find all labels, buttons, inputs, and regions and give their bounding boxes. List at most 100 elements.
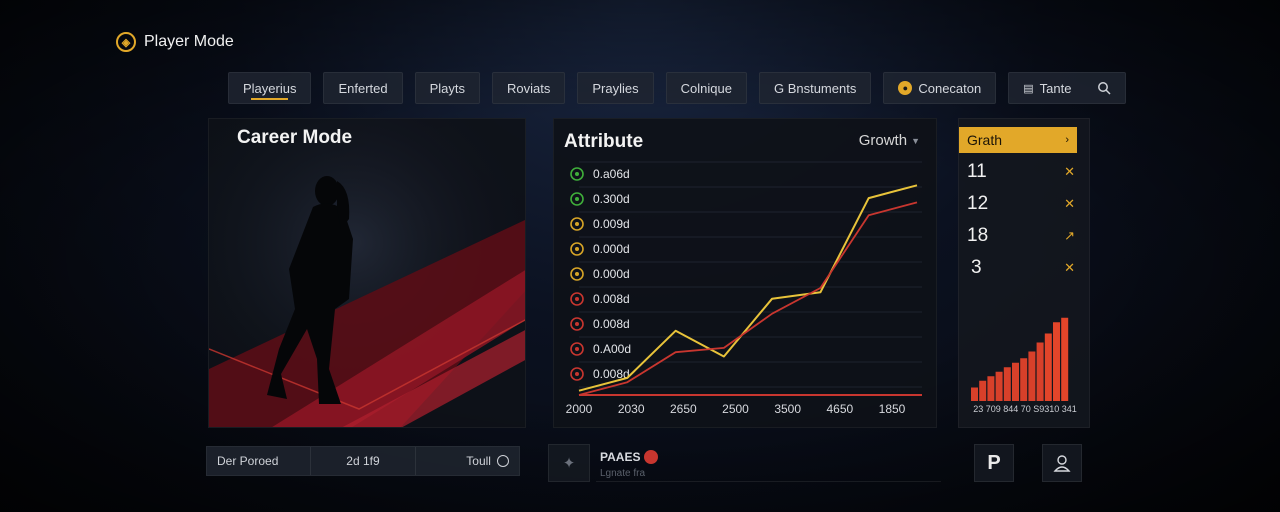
stat-value: 0.000d <box>593 242 630 256</box>
stat-value: 0.300d <box>593 192 630 206</box>
tab-playts[interactable]: Playts <box>414 72 481 104</box>
growth-bar-label: 23 709 844 70 S9310 341 <box>973 404 1077 414</box>
arrow-icon[interactable]: ↗ <box>1064 228 1075 244</box>
stat-icon-dot <box>575 172 579 176</box>
stat-icon-dot <box>575 322 579 326</box>
stat-icon-dot <box>575 297 579 301</box>
badge-icon: ◈ <box>116 32 136 52</box>
stat-icon-dot <box>575 197 579 201</box>
tab-label: Conecaton <box>918 80 982 96</box>
growth-bar <box>1061 317 1069 401</box>
tab-conecaton[interactable]: ● Conecaton <box>883 72 997 104</box>
growth-bar <box>1053 322 1060 401</box>
brand-title: Player Mode <box>144 33 234 50</box>
info-right-label: Toull <box>466 454 491 468</box>
paaes-label: PAAES <box>600 450 641 464</box>
record-icon <box>644 450 659 464</box>
search-icon[interactable] <box>1097 81 1111 95</box>
growth-header-label: Grath <box>967 132 1003 148</box>
p-logo-icon: P <box>987 451 1001 474</box>
growth-header[interactable]: Grath › <box>959 127 1077 153</box>
tab-label: G Bnstuments <box>773 80 857 96</box>
coin-icon: ● <box>898 81 913 95</box>
tab-instruments[interactable]: G Bnstuments <box>758 72 872 104</box>
stat-icon-dot <box>575 347 579 351</box>
growth-row: 18 ↗ <box>967 221 1075 251</box>
stat-value: 0.009d <box>593 217 630 231</box>
chevron-down-icon: ▼ <box>911 135 920 146</box>
tab-colnique[interactable]: Colnique <box>665 72 747 104</box>
info-center-label: 2d 1f9 <box>346 454 380 468</box>
chevron-right-icon: › <box>1065 134 1069 146</box>
stat-icon-dot <box>575 372 579 376</box>
search-label: Tante <box>1039 80 1072 96</box>
info-center: 2d 1f9 <box>310 447 414 475</box>
tab-roviats[interactable]: Roviats <box>492 72 566 104</box>
x-tick-label: 2000 <box>566 402 593 416</box>
close-icon[interactable]: ✕ <box>1064 164 1075 180</box>
growth-row: 3 ✕ <box>967 253 1075 283</box>
tab-enferted[interactable]: Enferted <box>323 72 403 104</box>
x-tick-label: 3500 <box>774 402 801 416</box>
attribute-chart: 0.a06d 0.300d 0.009d 0.000d 0.000d 0.008d 0.00… <box>566 161 922 416</box>
growth-bar <box>995 371 1003 401</box>
list-icon: ▤ <box>1023 82 1034 95</box>
tab-label: Roviats <box>507 80 551 96</box>
x-tick-label: 1850 <box>879 402 906 416</box>
profile-p-button[interactable]: P <box>974 444 1014 482</box>
info-right[interactable]: Toull <box>414 447 519 475</box>
growth-value: 3 <box>971 257 982 278</box>
tab-label: Playerius <box>243 80 297 96</box>
user-button[interactable] <box>1042 444 1082 482</box>
x-tick-label: 4650 <box>826 402 853 416</box>
growth-value: 18 <box>967 225 989 246</box>
career-mode-panel[interactable]: Career Mode <box>208 118 526 428</box>
tab-label: Playts <box>429 80 466 96</box>
sparkle-button[interactable]: ✦ <box>548 444 590 482</box>
tab-label: Praylies <box>592 80 639 96</box>
info-left-label: Der Poroed <box>217 454 279 468</box>
close-icon[interactable]: ✕ <box>1064 196 1075 212</box>
stat-value: 0.000d <box>593 267 630 281</box>
growth-row: 11 ✕ <box>967 157 1075 187</box>
user-icon <box>1053 455 1071 472</box>
brand: ◈ Player Mode <box>116 32 234 52</box>
growth-bar <box>1036 342 1044 401</box>
growth-bar <box>1028 351 1036 401</box>
close-icon[interactable]: ✕ <box>1064 260 1075 276</box>
search-field[interactable]: ▤ Tante <box>1008 72 1127 104</box>
growth-bar <box>987 376 995 401</box>
attribute-title: Attribute <box>564 131 644 152</box>
stat-icon-dot <box>575 247 579 251</box>
growth-panel: 23 709 844 70 S9310 341 Grath › 11 ✕ 12 … <box>958 118 1090 428</box>
stat-icon-dot <box>575 272 579 276</box>
tab-playerius[interactable]: Playerius <box>228 72 312 104</box>
growth-bar <box>1044 333 1052 401</box>
growth-bar <box>971 387 978 401</box>
tab-label: Colnique <box>680 80 732 96</box>
globe-icon <box>496 455 509 467</box>
growth-bar <box>1012 362 1019 401</box>
paaes-subtitle: Lgnate fra <box>600 468 646 479</box>
growth-value: 11 <box>967 161 987 182</box>
stat-icon-dot <box>575 222 579 226</box>
divider <box>596 481 941 482</box>
info-left: Der Poroed <box>207 447 310 475</box>
dropdown-value: Growth <box>858 132 908 149</box>
sparkle-icon: ✦ <box>562 455 576 472</box>
paaes-title: PAAES <box>600 450 659 464</box>
career-art <box>209 119 525 427</box>
top-nav: Playerius Enferted Playts Roviats Prayli… <box>228 72 1127 104</box>
stat-value: 0.008d <box>593 292 630 306</box>
growth-value: 12 <box>967 193 989 214</box>
growth-bar <box>1003 367 1011 401</box>
x-tick-label: 2030 <box>618 402 645 416</box>
stat-value: 0.008d <box>593 317 630 331</box>
growth-dropdown[interactable]: Growth ▼ <box>859 132 920 149</box>
career-title: Career Mode <box>237 127 353 148</box>
tab-praylies[interactable]: Praylies <box>577 72 654 104</box>
attribute-panel: 0.a06d 0.300d 0.009d 0.000d 0.000d 0.008d 0.00… <box>553 118 937 428</box>
stat-value: 0.A00d <box>593 342 631 356</box>
growth-row: 12 ✕ <box>967 189 1075 219</box>
x-tick-label: 2650 <box>670 402 697 416</box>
